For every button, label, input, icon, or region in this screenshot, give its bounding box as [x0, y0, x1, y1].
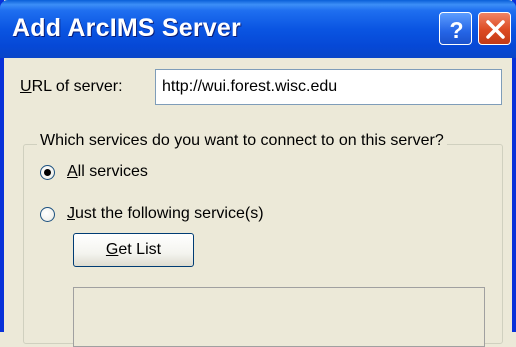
all-services-label: All services	[67, 163, 148, 181]
title-bar[interactable]: Add ArcIMS Server ?	[0, 0, 516, 58]
url-label: URL of server:	[20, 78, 123, 96]
get-list-text: et List	[118, 241, 162, 258]
help-button[interactable]: ?	[439, 12, 472, 45]
close-icon	[486, 20, 505, 39]
all-services-radio[interactable]	[40, 164, 55, 180]
just-following-text: ust the following service(s)	[75, 205, 264, 222]
services-group-label: Which services do you want to connect to…	[37, 132, 447, 150]
close-button[interactable]	[478, 12, 511, 45]
window-title: Add ArcIMS Server	[12, 14, 241, 42]
url-label-accelerator: U	[20, 78, 32, 95]
svg-text:?: ?	[449, 17, 463, 43]
just-following-accelerator: J	[67, 205, 75, 222]
get-list-button[interactable]: Get List	[73, 233, 194, 267]
help-icon: ?	[449, 17, 463, 43]
service-list-box[interactable]	[73, 287, 485, 347]
just-following-services-option[interactable]: Just the following service(s)	[40, 205, 264, 223]
just-following-services-radio[interactable]	[40, 206, 55, 222]
get-list-accelerator: G	[105, 241, 119, 258]
url-input[interactable]	[155, 69, 502, 105]
all-services-text: ll services	[77, 163, 148, 180]
all-services-accelerator: A	[67, 163, 78, 180]
all-services-option[interactable]: All services	[40, 163, 148, 181]
just-following-services-label: Just the following service(s)	[67, 205, 264, 223]
url-label-text: RL of server:	[31, 78, 123, 95]
add-arcims-server-dialog: Add ArcIMS Server ? URL of server: Which…	[0, 0, 516, 347]
